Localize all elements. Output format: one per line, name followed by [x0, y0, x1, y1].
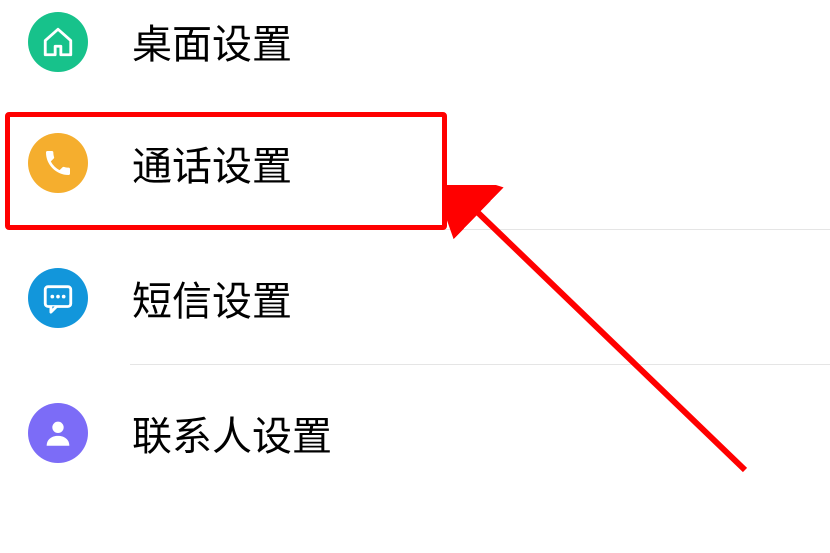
settings-item-label: 通话设置 [132, 134, 292, 192]
settings-list: 桌面设置 通话设置 短信设置 [0, 0, 830, 500]
contact-icon [28, 403, 88, 463]
home-icon [28, 12, 88, 72]
settings-item-contacts[interactable]: 联系人设置 [0, 365, 830, 500]
settings-item-label: 联系人设置 [132, 404, 332, 462]
settings-item-desktop[interactable]: 桌面设置 [0, 0, 830, 95]
settings-item-label: 短信设置 [132, 269, 292, 327]
settings-item-label: 桌面设置 [132, 12, 292, 70]
settings-item-call[interactable]: 通话设置 [0, 95, 830, 230]
sms-icon [28, 268, 88, 328]
settings-item-sms[interactable]: 短信设置 [0, 230, 830, 365]
phone-icon [28, 133, 88, 193]
